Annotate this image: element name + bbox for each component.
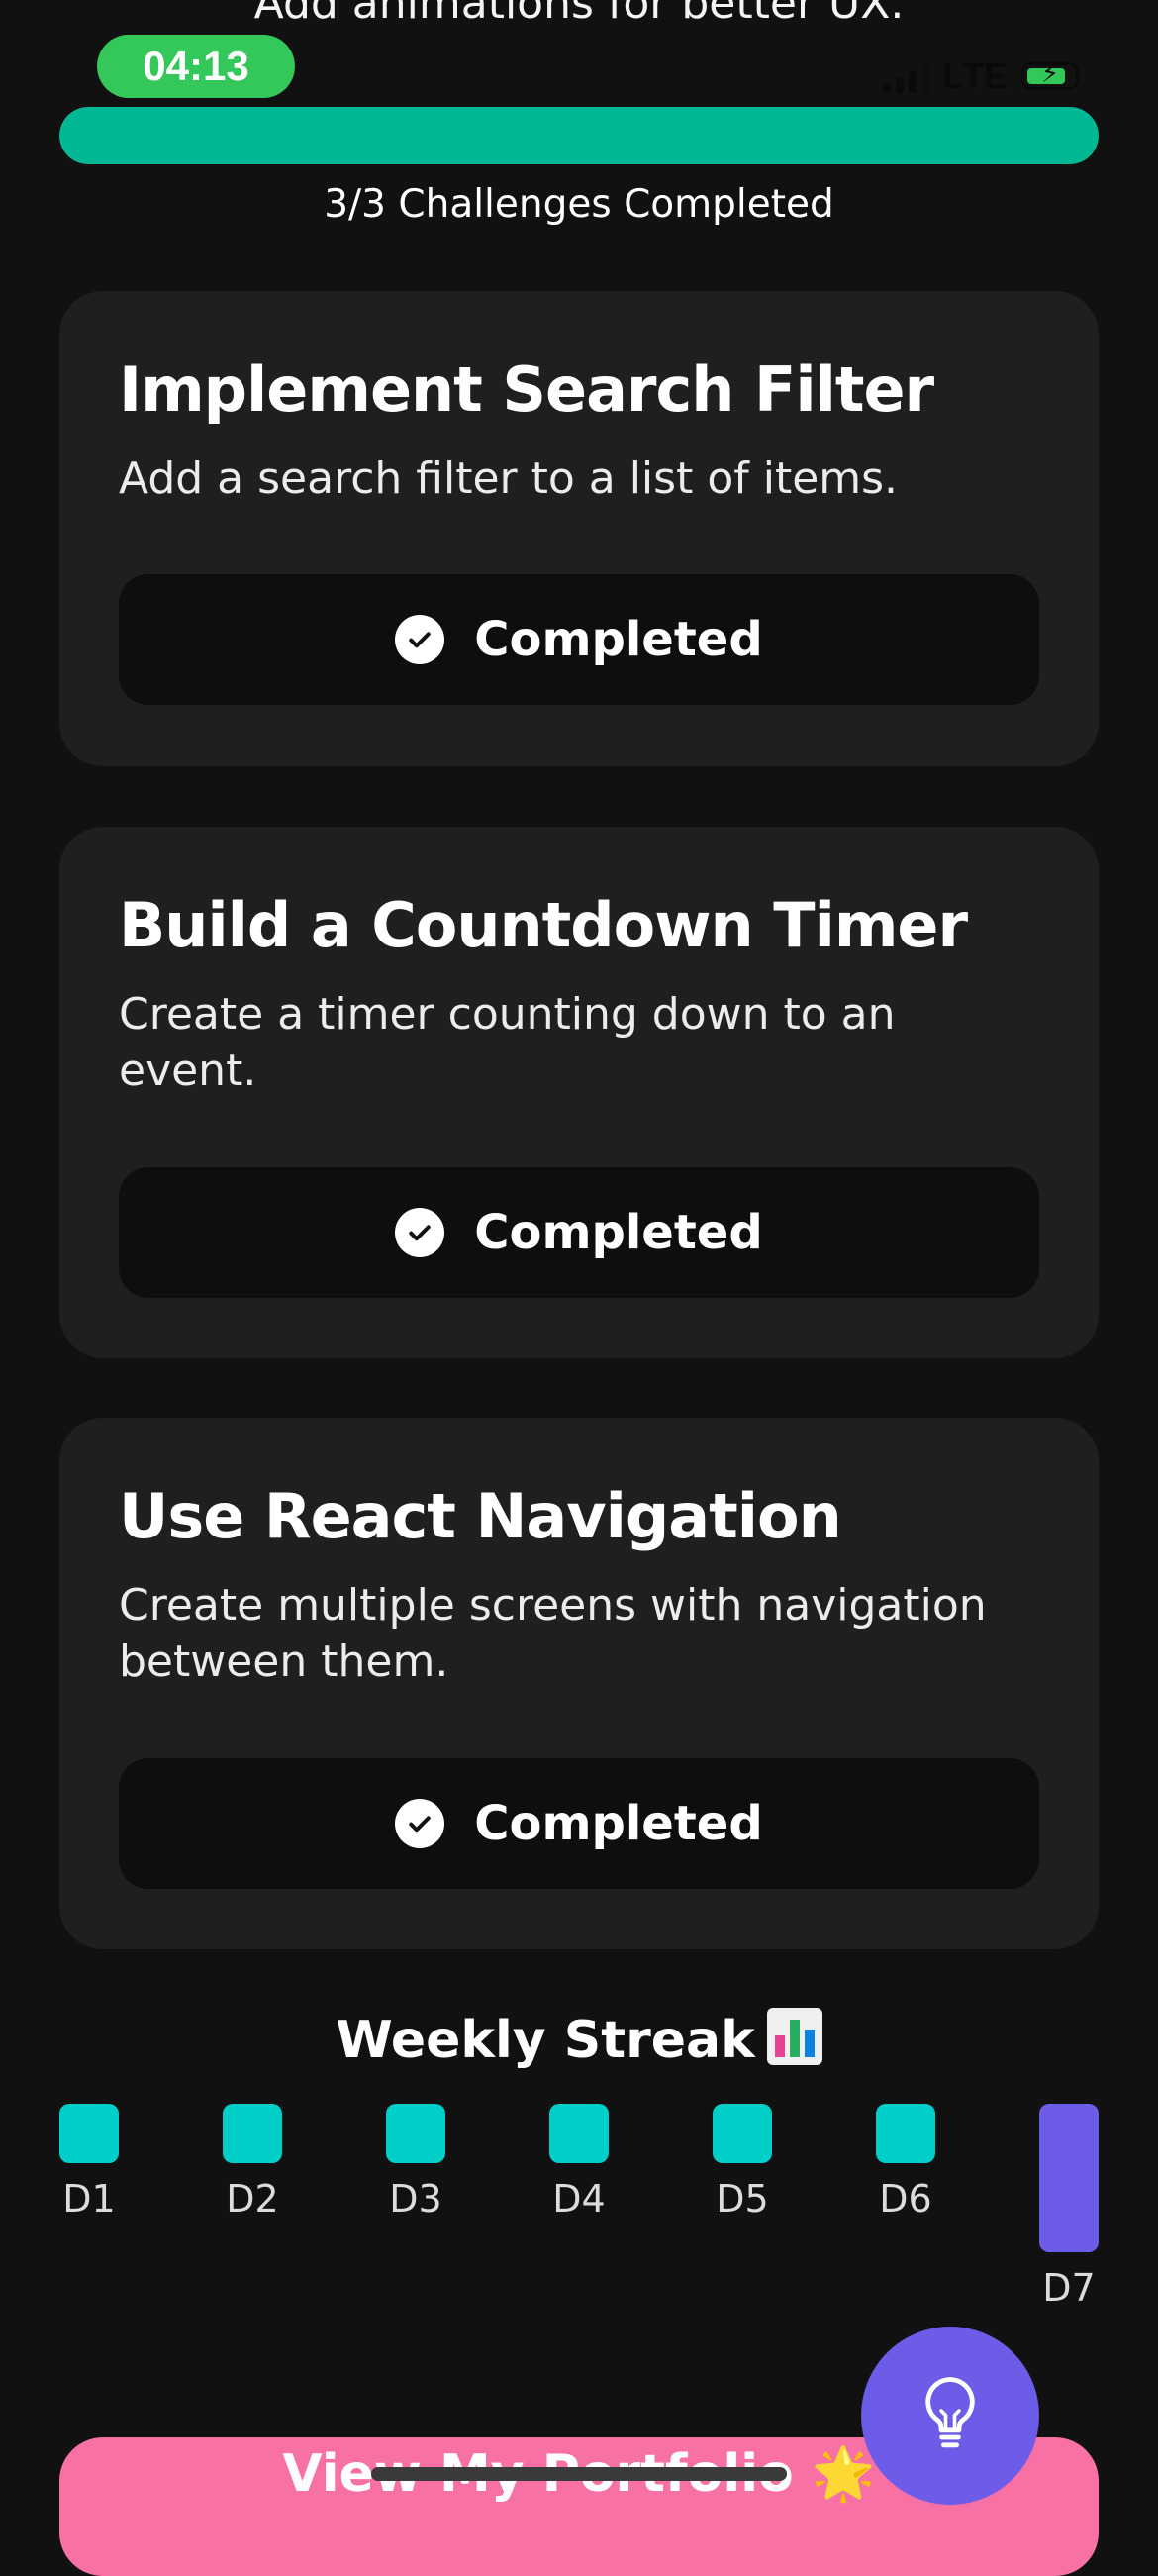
streak-day-today: D7 xyxy=(1039,2104,1099,2310)
streak-day: D5 xyxy=(713,2104,772,2221)
scrolled-description: Add animations for better UX. xyxy=(253,0,905,29)
streak-day-bar-today xyxy=(1039,2104,1099,2252)
checkmark-icon xyxy=(395,1208,445,1257)
completed-button[interactable]: Completed xyxy=(119,574,1039,705)
progress-label: 3/3 Challenges Completed xyxy=(324,182,834,227)
streak-day-label: D4 xyxy=(552,2177,606,2221)
status-time: 04:13 xyxy=(97,35,295,98)
battery-icon: ⚡ xyxy=(1021,59,1079,90)
streak-day-label: D2 xyxy=(226,2177,279,2221)
streak-day: D1 xyxy=(59,2104,119,2221)
streak-day-bar xyxy=(876,2104,935,2163)
lightbulb-icon xyxy=(915,2372,986,2459)
completed-label: Completed xyxy=(474,1205,763,1260)
challenge-title: Use React Navigation xyxy=(119,1480,842,1552)
streak-title: Weekly Streak xyxy=(336,2011,755,2070)
streak-day-bar xyxy=(713,2104,772,2163)
streak-day: D3 xyxy=(386,2104,445,2221)
checkmark-icon xyxy=(395,1799,445,1848)
challenge-description: Create a timer counting down to an event… xyxy=(119,989,896,1096)
streak-day-bar xyxy=(386,2104,445,2163)
streak-day-label: D7 xyxy=(1042,2266,1096,2310)
streak-day-bar xyxy=(549,2104,609,2163)
challenge-description: Create multiple screens with navigation … xyxy=(119,1580,987,1687)
challenge-description: Add a search filter to a list of items. xyxy=(119,453,899,505)
streak-day-label: D6 xyxy=(879,2177,932,2221)
tip-fab-button[interactable] xyxy=(861,2327,1039,2505)
completed-label: Completed xyxy=(474,612,763,667)
streak-day-label: D5 xyxy=(716,2177,769,2221)
bar-chart-icon xyxy=(766,2008,822,2065)
home-indicator xyxy=(371,2467,787,2481)
streak-day-label: D1 xyxy=(62,2177,116,2221)
signal-icon xyxy=(882,59,929,93)
completed-button[interactable]: Completed xyxy=(119,1167,1039,1298)
challenge-progress-bar xyxy=(59,107,1099,164)
streak-day-label: D3 xyxy=(389,2177,442,2221)
streak-day: D2 xyxy=(223,2104,282,2221)
streak-heading: Weekly Streak xyxy=(0,2008,1158,2070)
streak-day: D6 xyxy=(876,2104,935,2221)
status-indicators: LTE ⚡ xyxy=(882,55,1079,97)
checkmark-icon xyxy=(395,615,445,664)
challenge-card: Use React Navigation Create multiple scr… xyxy=(59,1418,1099,1949)
challenge-card: Implement Search Filter Add a search fil… xyxy=(59,291,1099,766)
challenge-title: Build a Countdown Timer xyxy=(119,889,968,961)
progress-fill xyxy=(59,107,1099,164)
streak-day: D4 xyxy=(549,2104,609,2221)
network-label: LTE xyxy=(942,55,1008,96)
challenge-title: Implement Search Filter xyxy=(119,353,934,426)
challenge-card: Build a Countdown Timer Create a timer c… xyxy=(59,827,1099,1358)
view-portfolio-label: View My Portfolio 🌟 xyxy=(282,2444,876,2504)
completed-button[interactable]: Completed xyxy=(119,1758,1039,1889)
streak-day-bar xyxy=(59,2104,119,2163)
streak-day-bar xyxy=(223,2104,282,2163)
completed-label: Completed xyxy=(474,1796,763,1851)
